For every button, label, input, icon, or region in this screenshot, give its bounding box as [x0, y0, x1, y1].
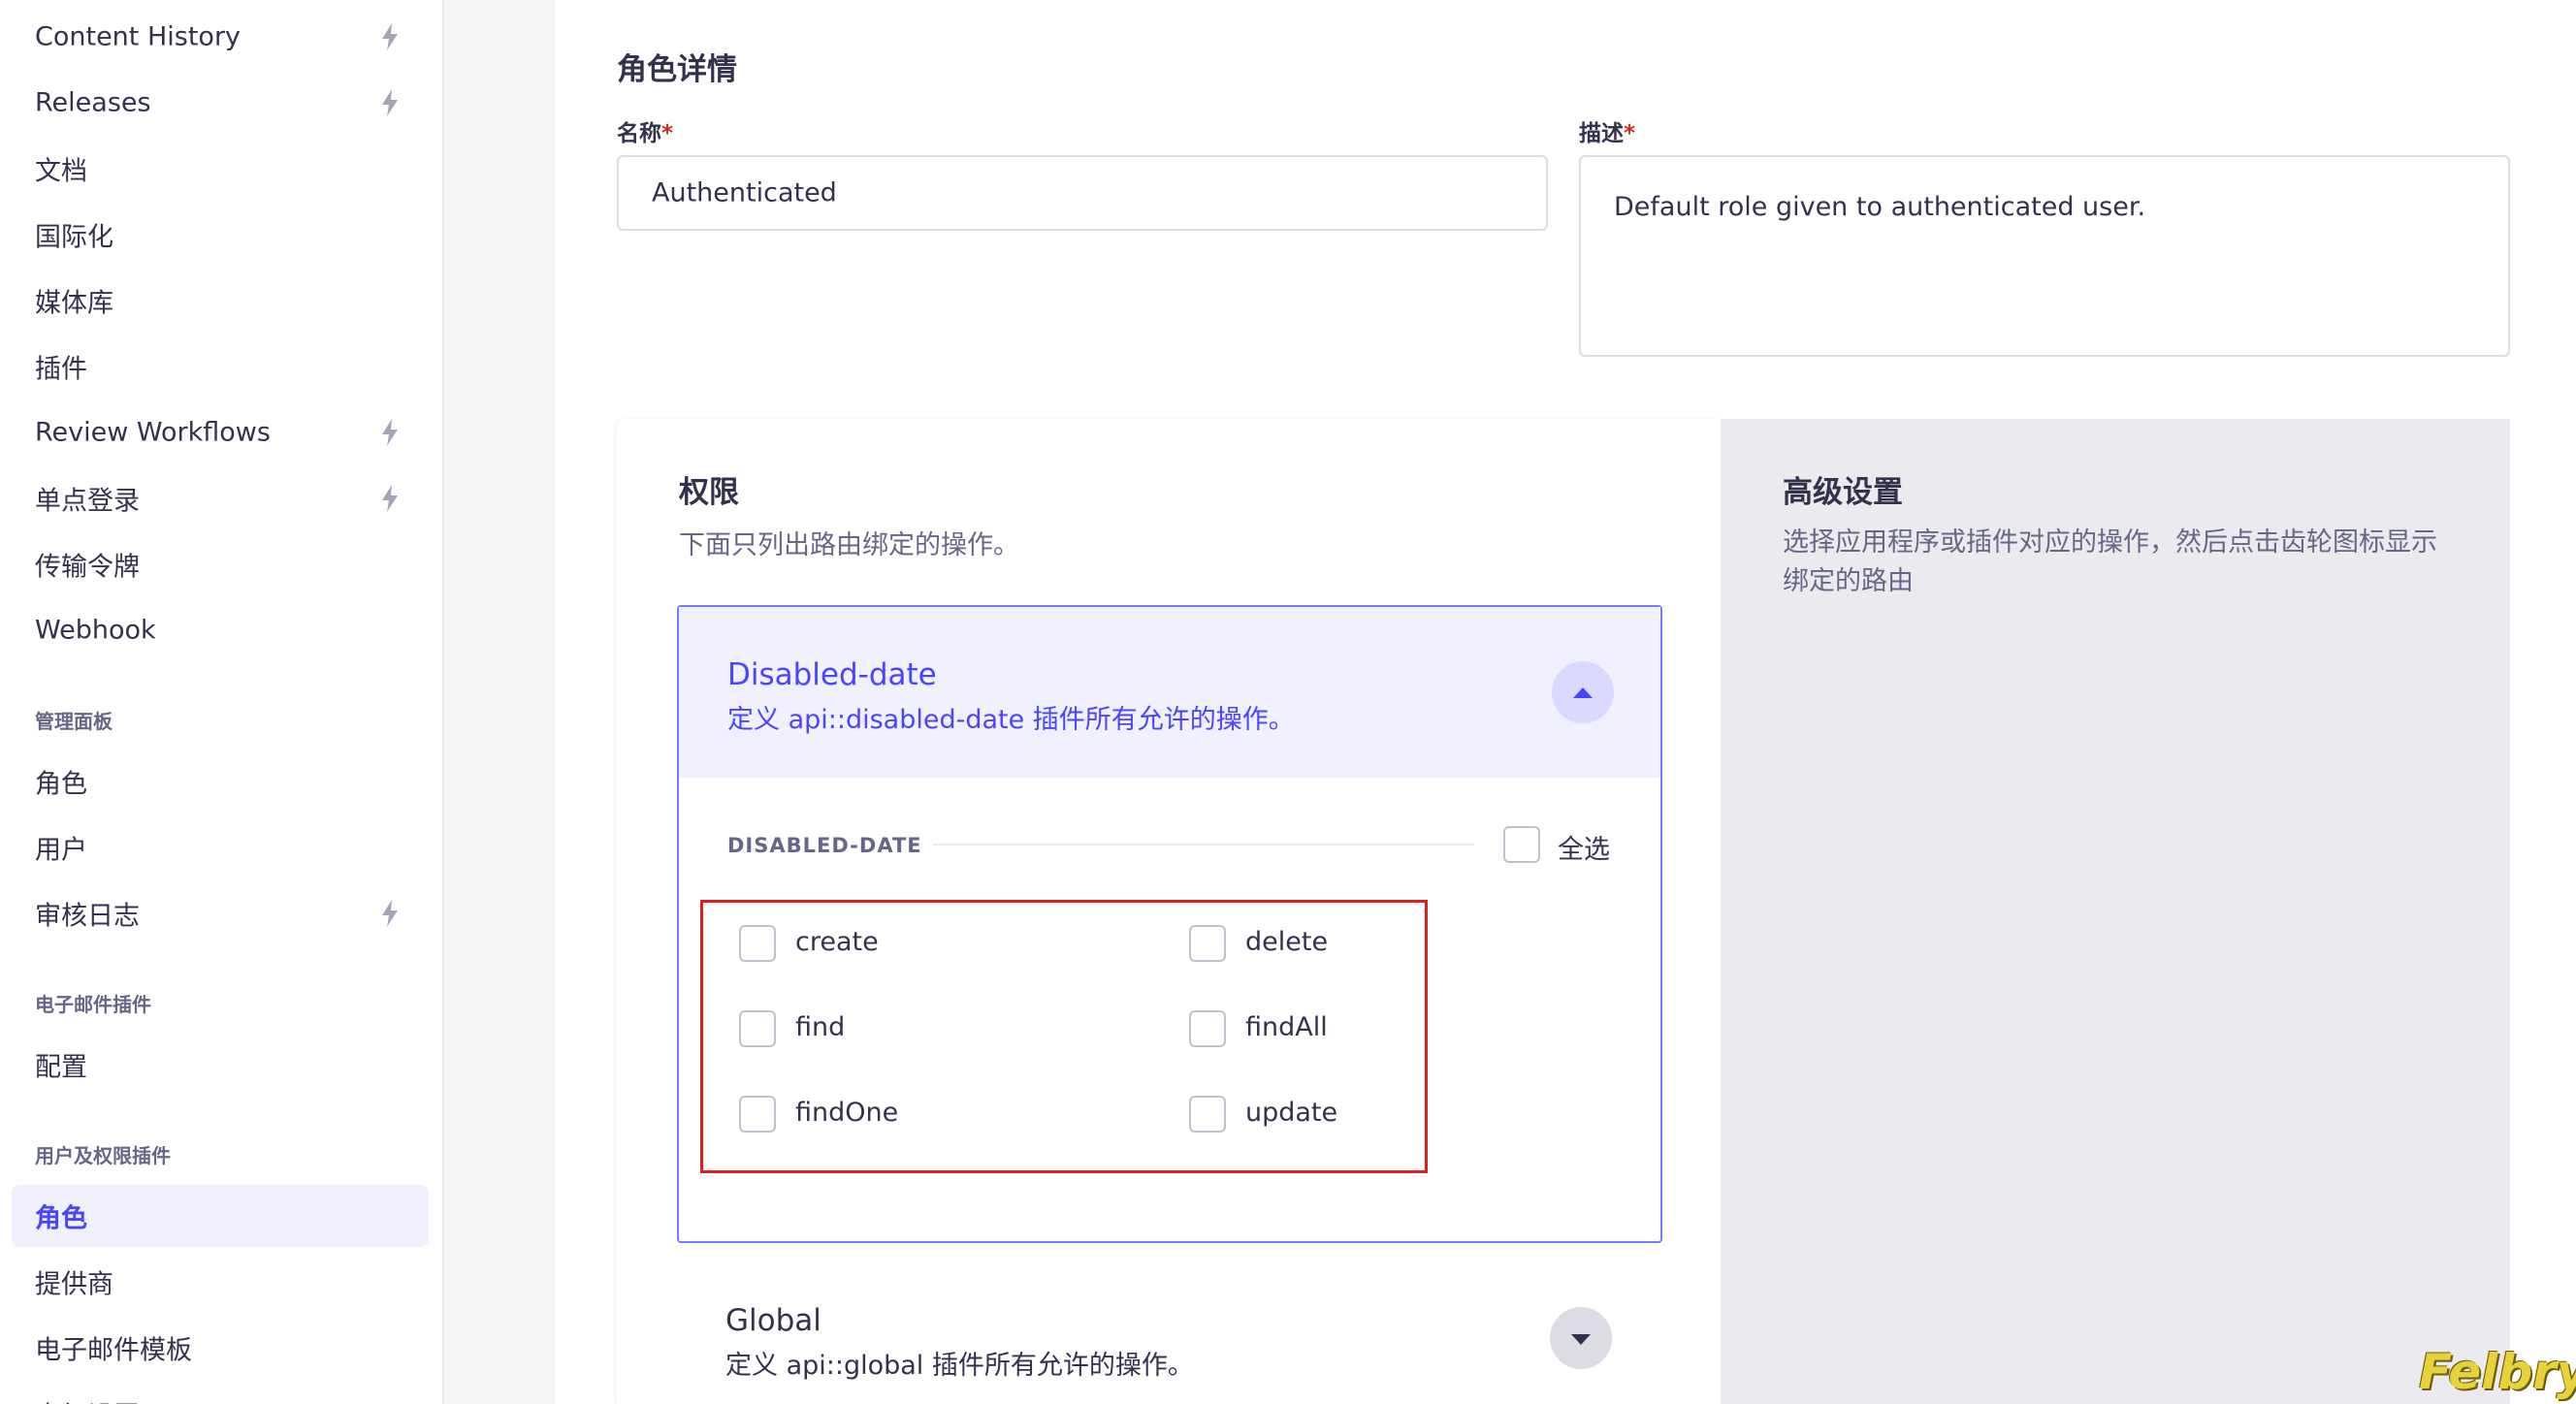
sidebar-item-email-config[interactable]: 配置 [12, 1034, 429, 1096]
role-description-value: Default role given to authenticated user… [1614, 192, 2146, 222]
role-description-textarea[interactable]: Default role given to authenticated user… [1579, 155, 2510, 357]
settings-sidebar: Content History Releases 文档 国际化 媒体库 插件 R… [0, 0, 444, 1404]
sidebar-item-up-roles[interactable]: 角色 [12, 1185, 429, 1247]
sidebar-section-admin: 管理面板 [35, 710, 113, 733]
required-mark: * [1624, 121, 1636, 146]
sidebar-item-providers[interactable]: 提供商 [12, 1251, 429, 1313]
page-scrollbar[interactable] [2557, 0, 2576, 1404]
sidebar-item-label: 单点登录 [35, 486, 140, 517]
advanced-settings-title: 高级设置 [1783, 475, 1903, 510]
sidebar-item-label: 传输令牌 [35, 552, 140, 583]
sidebar-item-label: 高级设置 [35, 1395, 140, 1404]
caret-down-icon [1571, 1334, 1591, 1345]
sidebar-item-label: 配置 [35, 1052, 87, 1083]
accordion-title: Disabled-date [727, 657, 937, 692]
sidebar-item-i18n[interactable]: 国际化 [12, 204, 429, 266]
sidebar-item-label: Review Workflows [35, 417, 271, 448]
sidebar-item-webhook[interactable]: Webhook [12, 599, 429, 661]
accordion-global-title[interactable]: Global [725, 1303, 821, 1338]
lightning-icon [382, 89, 398, 116]
accordion-global-subtitle: 定义 api::global 插件所有允许的操作。 [725, 1351, 1194, 1381]
sidebar-item-label: 国际化 [35, 222, 113, 253]
sidebar-item-audit-logs[interactable]: 审核日志 [12, 882, 429, 944]
sidebar-item-label: Webhook [35, 615, 156, 646]
sidebar-item-email-templates[interactable]: 电子邮件模板 [12, 1317, 429, 1379]
sidebar-item-label: 电子邮件模板 [35, 1335, 192, 1366]
lightning-icon [382, 419, 398, 446]
watermark-logo: Felbry [2419, 1344, 2576, 1400]
permissions-subtitle: 下面只列出路由绑定的操作。 [679, 530, 1019, 560]
sidebar-item-label: 文档 [35, 156, 87, 187]
lightning-icon [382, 900, 398, 927]
select-all-checkbox[interactable] [1503, 826, 1540, 863]
sidebar-section-users-permissions: 用户及权限插件 [35, 1144, 171, 1167]
sidebar-item-advanced-settings[interactable]: 高级设置 [12, 1383, 429, 1404]
sidebar-item-label: Releases [35, 87, 151, 118]
sidebar-item-content-history[interactable]: Content History [12, 6, 429, 68]
lightning-icon [382, 485, 398, 512]
sidebar-item-label: 插件 [35, 354, 87, 385]
role-name-input[interactable]: Authenticated [617, 155, 1548, 231]
sidebar-item-documentation[interactable]: 文档 [12, 138, 429, 200]
role-name-value: Authenticated [652, 177, 837, 208]
caret-up-icon [1573, 687, 1593, 698]
permissions-title: 权限 [679, 475, 739, 510]
sidebar-section-email: 电子邮件插件 [35, 993, 151, 1016]
sidebar-item-label: 媒体库 [35, 288, 113, 319]
collapse-button[interactable] [1552, 661, 1614, 723]
sidebar-item-label: 用户 [35, 835, 87, 866]
sidebar-item-label: Content History [35, 21, 242, 52]
sidebar-item-transfer-tokens[interactable]: 传输令牌 [12, 533, 429, 595]
lightning-icon [382, 23, 398, 50]
select-all-label: 全选 [1558, 835, 1610, 865]
description-label-text: 描述 [1579, 121, 1624, 146]
sidebar-item-admin-users[interactable]: 用户 [12, 816, 429, 878]
divider [933, 844, 1474, 846]
permission-group-label: DISABLED-DATE [727, 834, 922, 857]
name-label-text: 名称 [617, 121, 661, 146]
accordion-header[interactable]: Disabled-date 定义 api::disabled-date 插件所有… [679, 607, 1660, 778]
sidebar-item-label: 角色 [35, 769, 87, 800]
accordion-subtitle: 定义 api::disabled-date 插件所有允许的操作。 [727, 705, 1295, 735]
sidebar-item-sso[interactable]: 单点登录 [12, 467, 429, 529]
name-field-label: 名称* [617, 114, 673, 147]
sidebar-item-review-workflows[interactable]: Review Workflows [12, 401, 429, 463]
annotation-highlight-box [700, 900, 1428, 1173]
advanced-settings-description: 选择应用程序或插件对应的操作，然后点击齿轮图标显示绑定的路由 [1783, 527, 2437, 596]
sidebar-item-media-library[interactable]: 媒体库 [12, 270, 429, 332]
required-mark: * [661, 121, 674, 146]
sidebar-item-label: 角色 [35, 1203, 87, 1234]
sidebar-item-plugins[interactable]: 插件 [12, 335, 429, 398]
description-field-label: 描述* [1579, 114, 1635, 147]
sidebar-item-label: 提供商 [35, 1269, 113, 1300]
expand-button[interactable] [1550, 1307, 1612, 1369]
sidebar-item-admin-roles[interactable]: 角色 [12, 750, 429, 813]
sidebar-item-releases[interactable]: Releases [12, 72, 429, 134]
sidebar-item-label: 审核日志 [35, 901, 140, 932]
role-details-heading: 角色详情 [617, 52, 737, 87]
